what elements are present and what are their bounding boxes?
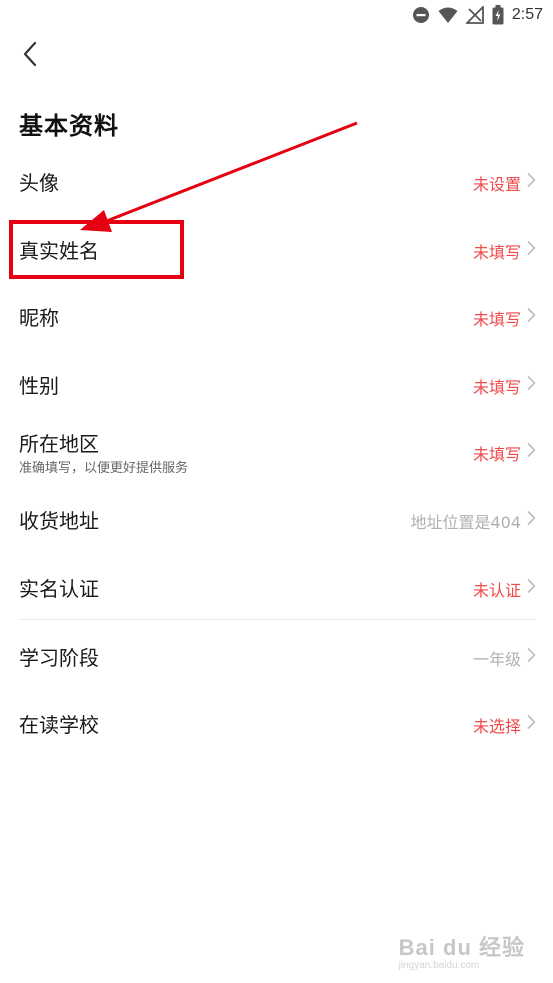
page-title: 基本资料 xyxy=(19,112,119,140)
row-label: 昵称 xyxy=(19,306,59,330)
battery-icon xyxy=(492,5,504,25)
chevron-right-icon xyxy=(525,510,537,526)
row-label: 头像 xyxy=(19,171,59,195)
row-real-name[interactable]: 真实姓名 未填写 xyxy=(0,218,553,278)
row-value: 未选择 xyxy=(472,717,521,736)
dnd-icon xyxy=(412,6,430,24)
row-value: 未认证 xyxy=(472,581,521,600)
row-value: 未填写 xyxy=(472,445,521,464)
row-value: 地址位置是404 xyxy=(410,513,521,532)
row-value: 未填写 xyxy=(472,310,521,329)
chevron-right-icon xyxy=(525,307,537,323)
no-signal-icon xyxy=(465,6,484,24)
row-shipping-address[interactable]: 收货地址 地址位置是404 xyxy=(0,488,553,548)
chevron-right-icon xyxy=(525,578,537,594)
row-value: 未设置 xyxy=(472,175,521,194)
row-label: 真实姓名 xyxy=(19,239,99,263)
chevron-right-icon xyxy=(525,714,537,730)
row-real-name-verification[interactable]: 实名认证 未认证 xyxy=(0,556,553,616)
row-label: 学习阶段 xyxy=(19,646,99,670)
chevron-right-icon xyxy=(525,172,537,188)
row-label: 收货地址 xyxy=(19,509,99,533)
row-region[interactable]: 所在地区 准确填写，以便更好提供服务 未填写 xyxy=(0,420,553,482)
chevron-right-icon xyxy=(525,240,537,256)
chevron-left-icon xyxy=(22,41,38,71)
row-label: 实名认证 xyxy=(19,577,99,601)
chevron-right-icon xyxy=(525,375,537,391)
row-school[interactable]: 在读学校 未选择 xyxy=(0,692,553,752)
baidu-jingyan-watermark: Bai du 经验 jingyan.baidu.com xyxy=(399,930,525,971)
row-study-stage[interactable]: 学习阶段 一年级 xyxy=(0,625,553,685)
row-avatar[interactable]: 头像 未设置 xyxy=(0,150,553,210)
back-button[interactable] xyxy=(12,38,48,74)
status-bar: 2:57 xyxy=(0,0,553,30)
row-label: 所在地区 xyxy=(19,432,99,456)
row-nickname[interactable]: 昵称 未填写 xyxy=(0,285,553,345)
section-divider xyxy=(19,619,535,620)
row-value: 未填写 xyxy=(472,243,521,262)
row-value: 未填写 xyxy=(472,378,521,397)
watermark-main: Bai du 经验 xyxy=(398,935,525,960)
chevron-right-icon xyxy=(525,647,537,663)
status-time: 2:57 xyxy=(511,6,543,23)
wifi-icon xyxy=(438,6,458,24)
row-label: 性别 xyxy=(19,374,59,398)
row-sublabel: 准确填写，以便更好提供服务 xyxy=(19,461,189,476)
row-gender[interactable]: 性别 未填写 xyxy=(0,353,553,413)
row-value: 一年级 xyxy=(472,650,521,669)
status-icons: 2:57 xyxy=(412,4,543,26)
chevron-right-icon xyxy=(525,442,537,458)
row-label: 在读学校 xyxy=(19,713,99,737)
